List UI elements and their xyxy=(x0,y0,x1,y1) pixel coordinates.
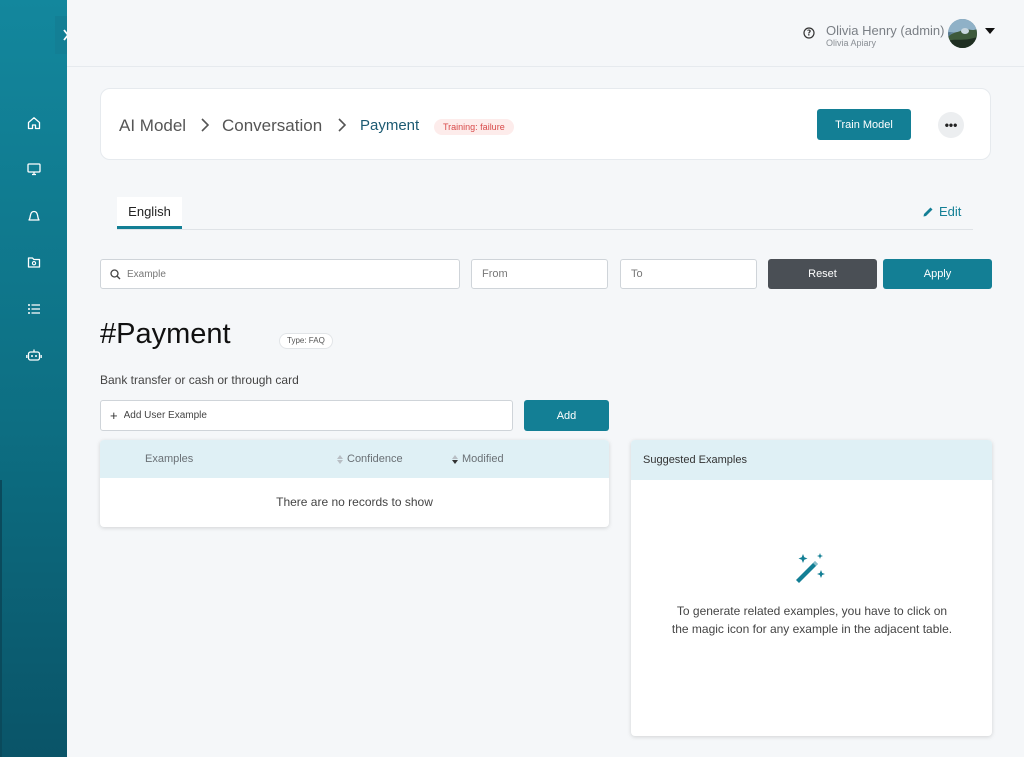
search-field[interactable] xyxy=(100,259,460,289)
status-badge: Training: failure xyxy=(434,119,514,135)
add-example-input[interactable] xyxy=(123,410,494,421)
user-name[interactable]: Olivia Henry (admin) xyxy=(826,23,944,38)
pencil-icon xyxy=(923,207,933,216)
column-examples[interactable]: Examples xyxy=(145,453,193,465)
to-date-input[interactable] xyxy=(621,268,756,280)
apply-button[interactable]: Apply xyxy=(883,259,992,289)
sidebar-item-folder[interactable] xyxy=(22,250,46,274)
more-options-button[interactable]: ••• xyxy=(938,112,964,138)
column-label: Modified xyxy=(462,453,504,465)
home-icon xyxy=(27,117,41,130)
from-date-field[interactable] xyxy=(471,259,608,289)
to-date-field[interactable] xyxy=(620,259,757,289)
tab-divider xyxy=(117,229,973,230)
help-icon[interactable]: ? xyxy=(803,27,815,39)
suggested-examples-panel: Suggested Examples To generate related e… xyxy=(631,440,992,736)
examples-table: Examples Confidence Modified There are n… xyxy=(100,440,609,527)
sort-icon xyxy=(337,454,343,464)
folder-icon xyxy=(27,257,41,268)
page-title: #Payment xyxy=(100,318,231,350)
type-badge: Type: FAQ xyxy=(279,333,333,349)
sidebar-item-home[interactable] xyxy=(22,111,46,135)
sidebar xyxy=(0,0,77,757)
search-icon xyxy=(110,268,121,279)
sidebar-edge xyxy=(0,480,2,757)
monitor-icon xyxy=(27,163,41,176)
sort-desc-icon xyxy=(452,454,458,464)
sidebar-item-monitor[interactable] xyxy=(22,157,46,181)
add-example-field[interactable]: + xyxy=(100,400,513,431)
magic-wand-icon xyxy=(796,553,825,583)
breadcrumb-ai-model[interactable]: AI Model xyxy=(119,116,186,136)
breadcrumb-current: Payment xyxy=(360,117,420,134)
intent-description: Bank transfer or cash or through card xyxy=(100,373,299,387)
user-organization: Olivia Apiary xyxy=(826,38,877,48)
sidebar-item-list[interactable] xyxy=(22,297,46,321)
from-date-input[interactable] xyxy=(472,268,607,280)
chevron-right-icon xyxy=(201,118,210,132)
list-icon xyxy=(28,304,40,314)
search-input[interactable] xyxy=(121,268,459,280)
add-button[interactable]: Add xyxy=(524,400,609,431)
sidebar-item-robot[interactable] xyxy=(22,343,46,367)
breadcrumb-conversation[interactable]: Conversation xyxy=(222,116,322,136)
top-bar: ? Olivia Henry (admin) Olivia Apiary xyxy=(67,0,1024,67)
column-label: Confidence xyxy=(347,453,403,465)
sidebar-item-bell[interactable] xyxy=(22,204,46,228)
avatar[interactable] xyxy=(948,19,977,48)
user-menu-caret[interactable] xyxy=(985,28,995,34)
tab-english[interactable]: English xyxy=(117,197,182,229)
svg-text:?: ? xyxy=(807,29,811,38)
edit-button[interactable]: Edit xyxy=(922,204,961,219)
table-header: Examples Confidence Modified xyxy=(100,440,609,478)
column-confidence[interactable]: Confidence xyxy=(337,453,403,465)
column-modified[interactable]: Modified xyxy=(452,453,504,465)
train-model-button[interactable]: Train Model xyxy=(817,109,911,140)
plus-icon: + xyxy=(110,408,118,423)
reset-button[interactable]: Reset xyxy=(768,259,877,289)
panel-title: Suggested Examples xyxy=(631,440,992,480)
column-label: Examples xyxy=(145,453,194,465)
edit-label: Edit xyxy=(939,204,962,219)
chevron-right-icon xyxy=(338,118,347,132)
bell-icon xyxy=(28,210,40,221)
avatar-image xyxy=(948,19,977,48)
suggested-hint: To generate related examples, you have t… xyxy=(671,604,953,636)
empty-state: There are no records to show xyxy=(276,495,433,509)
robot-icon xyxy=(26,349,42,361)
breadcrumb: AI Model Conversation Payment Training: … xyxy=(100,88,991,160)
